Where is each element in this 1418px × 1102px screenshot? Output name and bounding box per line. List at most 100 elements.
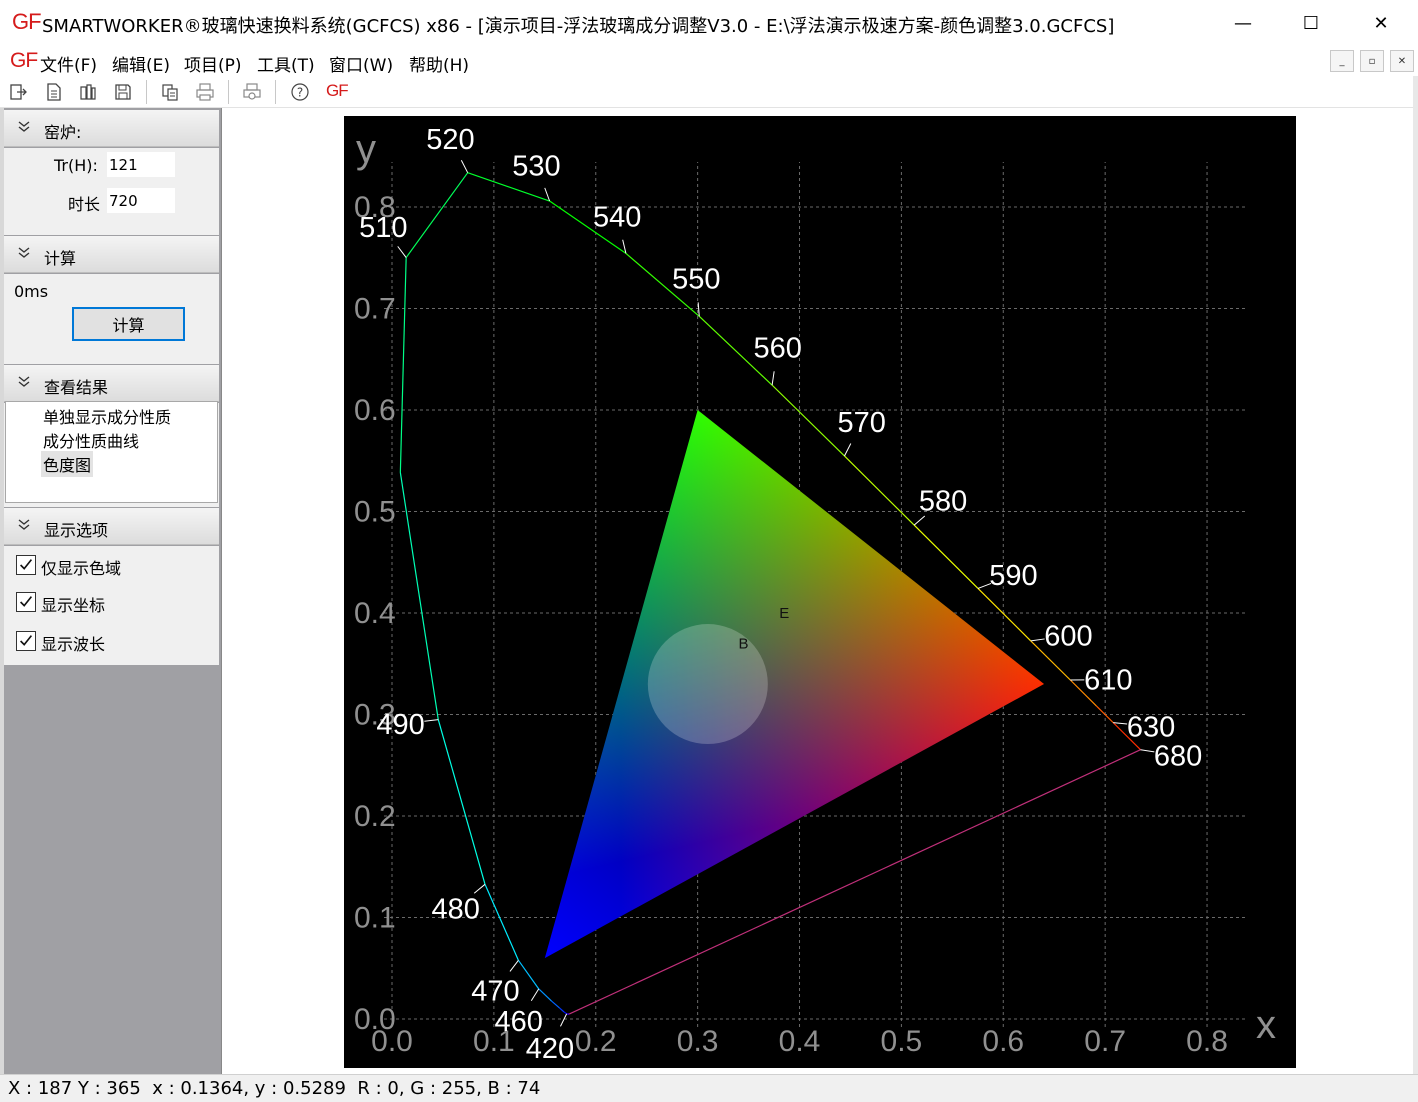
x-tick-label: 0.4 xyxy=(779,1025,821,1058)
gf-logo-icon[interactable]: GF xyxy=(326,81,349,101)
print-preview-icon[interactable] xyxy=(242,82,262,102)
elapsed-time: 0ms xyxy=(14,282,49,301)
menu-project[interactable]: 项目(P) xyxy=(184,51,242,76)
left-panel: 窑炉: Tr(H): 时长 计算 0ms 计算 查看结果 单独显示成分性质 成分… xyxy=(0,108,222,1074)
y-axis-label: y xyxy=(356,127,376,171)
section-options-header[interactable]: 显示选项 xyxy=(4,508,219,545)
wavelength-label: 560 xyxy=(753,333,801,365)
wavelength-label: 580 xyxy=(919,485,967,517)
toolbar-separator xyxy=(228,80,229,104)
status-bar: X : 187 Y : 365 x : 0.1364, y : 0.5289 R… xyxy=(0,1074,1418,1102)
option-label: 仅显示色域 xyxy=(41,559,122,578)
section-calc-label: 计算 xyxy=(44,249,77,268)
svg-text:?: ? xyxy=(297,86,303,100)
y-tick-label: 0.6 xyxy=(354,394,396,427)
chevron-double-down-icon xyxy=(18,519,30,530)
maximize-button[interactable]: ☐ xyxy=(1276,0,1346,46)
wavelength-label: 600 xyxy=(1044,621,1092,653)
exit-icon[interactable] xyxy=(8,82,28,102)
section-calc-header[interactable]: 计算 xyxy=(4,236,219,273)
mdi-restore-button[interactable]: ▫ xyxy=(1360,50,1384,72)
x-tick-label: 0.6 xyxy=(982,1025,1024,1058)
wavelength-label: 550 xyxy=(672,263,720,295)
x-tick-label: 0.5 xyxy=(881,1025,923,1058)
chevron-double-down-icon xyxy=(18,121,30,132)
print-icon[interactable] xyxy=(195,82,215,102)
wavelength-label: 540 xyxy=(593,201,641,233)
wavelength-label: 510 xyxy=(359,212,407,244)
wavelength-label: 630 xyxy=(1127,711,1175,743)
option-label: 显示坐标 xyxy=(41,596,106,615)
close-button[interactable]: ✕ xyxy=(1346,0,1416,46)
sample-point-label: E xyxy=(779,605,789,622)
title-bar: GF SMARTWORKER®玻璃快速换料系统(GCFCS) x86 - [演示… xyxy=(0,0,1418,46)
wavelength-label: 460 xyxy=(494,1006,542,1038)
y-tick-label: 0.4 xyxy=(354,597,396,630)
section-results-body: 单独显示成分性质 成分性质曲线 色度图 xyxy=(4,401,219,507)
chevron-double-down-icon xyxy=(18,247,30,258)
mdi-minimize-button[interactable]: _ xyxy=(1330,50,1354,72)
save-icon[interactable] xyxy=(113,82,133,102)
section-kiln-body: Tr(H): 时长 xyxy=(4,148,219,235)
wavelength-label: 610 xyxy=(1084,665,1132,697)
section-calc-body: 0ms 计算 xyxy=(4,274,219,364)
toolbar: ? GF xyxy=(0,76,1418,108)
minimize-button[interactable]: — xyxy=(1208,0,1278,46)
wavelength-label: 470 xyxy=(471,976,519,1008)
open-icon[interactable] xyxy=(78,82,98,102)
export-icon[interactable] xyxy=(160,82,180,102)
window-title: SMARTWORKER®玻璃快速换料系统(GCFCS) x86 - [演示项目-… xyxy=(42,16,1115,37)
wavelength-label: 520 xyxy=(426,124,474,156)
section-results-header[interactable]: 查看结果 xyxy=(4,365,219,402)
toolbar-separator xyxy=(275,80,276,104)
vertical-scrollbar[interactable] xyxy=(1413,76,1418,1074)
results-list: 单独显示成分性质 成分性质曲线 色度图 xyxy=(5,401,218,503)
checkbox-checked-icon[interactable] xyxy=(16,631,36,651)
y-tick-label: 0.0 xyxy=(354,1003,396,1036)
calculate-button[interactable]: 计算 xyxy=(72,307,185,341)
section-options-label: 显示选项 xyxy=(44,521,109,540)
toolbar-separator xyxy=(146,80,147,104)
tr-input[interactable] xyxy=(107,152,175,177)
menu-file[interactable]: 文件(F) xyxy=(40,51,97,76)
x-tick-label: 0.7 xyxy=(1084,1025,1126,1058)
section-kiln-label: 窑炉: xyxy=(44,123,82,142)
chevron-double-down-icon xyxy=(18,376,30,387)
y-tick-label: 0.2 xyxy=(354,800,396,833)
tr-label: Tr(H): xyxy=(54,156,98,175)
menu-window[interactable]: 窗口(W) xyxy=(329,51,393,76)
y-tick-label: 0.7 xyxy=(354,293,396,326)
section-options-body: 仅显示色域 显示坐标 显示波长 xyxy=(4,546,219,665)
menu-tools[interactable]: 工具(T) xyxy=(257,51,315,76)
sample-point-label: B xyxy=(738,636,748,653)
option-label: 显示波长 xyxy=(41,635,106,654)
menu-bar: GF 文件(F) 编辑(E) 项目(P) 工具(T) 窗口(W) 帮助(H) xyxy=(0,46,1418,76)
new-doc-icon[interactable] xyxy=(44,82,64,102)
cursor-readout: X : 187 Y : 365 x : 0.1364, y : 0.5289 R… xyxy=(8,1078,541,1099)
section-kiln-header[interactable]: 窑炉: xyxy=(4,110,219,147)
chromaticity-diagram[interactable]: 0.0 0.1 0.2 0.3 0.4 0.5 0.6 0.7 0.80.00.10.20.30… xyxy=(344,116,1296,1068)
list-item-property-curves[interactable]: 成分性质曲线 xyxy=(41,427,141,453)
menu-edit[interactable]: 编辑(E) xyxy=(112,51,170,76)
x-tick-label: 0.8 xyxy=(1186,1025,1228,1058)
menu-help[interactable]: 帮助(H) xyxy=(409,51,469,76)
wavelength-label: 480 xyxy=(431,893,479,925)
x-tick-label: 0.2 xyxy=(575,1025,617,1058)
y-tick-label: 0.1 xyxy=(354,902,396,935)
list-item-chromaticity[interactable]: 色度图 xyxy=(41,451,94,477)
checkbox-checked-icon[interactable] xyxy=(16,555,36,575)
menu-logo-icon: GF xyxy=(10,49,38,72)
section-results-label: 查看结果 xyxy=(44,378,109,397)
x-axis-label: x xyxy=(1256,1003,1276,1047)
list-item-separate-properties[interactable]: 单独显示成分性质 xyxy=(41,403,173,429)
checkbox-checked-icon[interactable] xyxy=(16,592,36,612)
help-icon[interactable]: ? xyxy=(290,82,310,102)
mdi-close-button[interactable]: ✕ xyxy=(1390,50,1414,72)
x-tick-label: 0.3 xyxy=(677,1025,719,1058)
wavelength-label: 680 xyxy=(1154,741,1202,773)
duration-input[interactable] xyxy=(107,188,175,213)
y-tick-label: 0.5 xyxy=(354,496,396,529)
white-point-glow xyxy=(647,624,768,745)
wavelength-label: 570 xyxy=(838,407,886,439)
wavelength-label: 590 xyxy=(989,560,1037,592)
